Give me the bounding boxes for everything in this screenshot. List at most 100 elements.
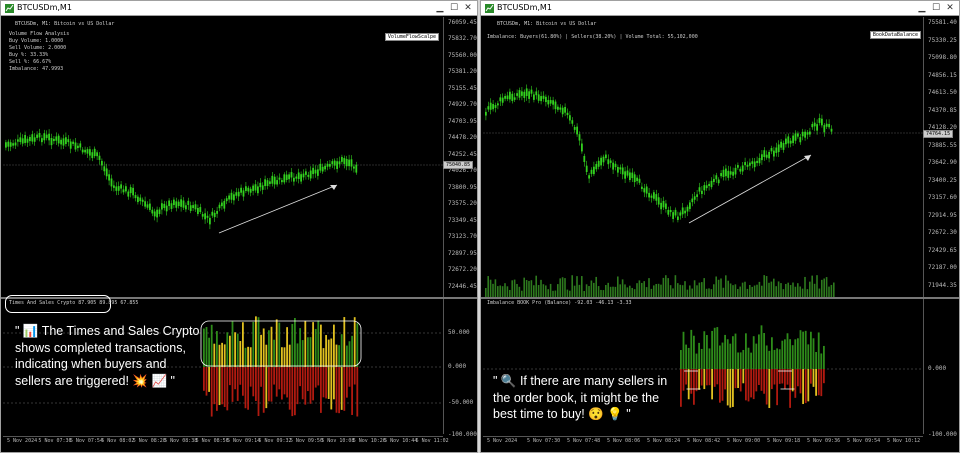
sell-bar bbox=[755, 369, 758, 392]
sell-bar bbox=[698, 369, 700, 390]
buy-bar bbox=[763, 332, 765, 369]
time-scale-label: 5 Nov 11:02 bbox=[415, 438, 449, 444]
volume-bar bbox=[645, 287, 648, 297]
buy-bar bbox=[299, 328, 301, 367]
price-scale-label: 74370.85 bbox=[928, 106, 957, 114]
maximize-button[interactable]: ☐ bbox=[929, 1, 943, 15]
volume-bar bbox=[621, 279, 624, 297]
buy-bar bbox=[823, 345, 825, 369]
sell-bar bbox=[682, 369, 685, 391]
buy-bar bbox=[706, 335, 708, 369]
right-chart-window[interactable]: BTCUSDm,M1 ▁ ☐ ✕ BTCUSDm, M1: Bitcoin vs… bbox=[480, 0, 960, 453]
close-button[interactable]: ✕ bbox=[461, 1, 475, 15]
volume-bar bbox=[674, 275, 677, 297]
minimize-button[interactable]: ▁ bbox=[433, 1, 447, 15]
price-scale-label: 75381.20 bbox=[448, 68, 477, 76]
sell-bar bbox=[242, 367, 244, 396]
buy-bar bbox=[239, 341, 242, 367]
sell-bar bbox=[820, 369, 823, 397]
buy-bar bbox=[301, 340, 304, 367]
right-price-axis[interactable]: 75581.40 75330.25 75098.80 74856.15 74613.50… bbox=[923, 17, 960, 297]
sell-bar bbox=[737, 369, 739, 389]
volume-bar bbox=[734, 284, 737, 297]
left-price-axis[interactable]: 76059.45 75832.70 75560.00 75381.20 75155.45… bbox=[443, 17, 478, 297]
price-scale-label: 73123.70 bbox=[448, 233, 477, 241]
sell-bar bbox=[765, 369, 768, 405]
buy-bar bbox=[288, 344, 291, 367]
volume-bar bbox=[809, 281, 811, 297]
candle-series bbox=[5, 128, 358, 230]
volume-bar bbox=[547, 289, 549, 297]
sell-bar bbox=[291, 367, 294, 417]
sell-bar bbox=[745, 369, 747, 401]
volume-bar bbox=[497, 286, 499, 297]
left-time-axis[interactable]: 5 Nov 2024 5 Nov 07:36 5 Nov 07:54 5 Nov 08… bbox=[3, 436, 449, 447]
buy-bar bbox=[325, 335, 327, 367]
sell-bar bbox=[776, 369, 778, 406]
price-scale-label: 73885.55 bbox=[928, 141, 957, 149]
minimize-button[interactable]: ▁ bbox=[915, 1, 929, 15]
volume-bar bbox=[698, 282, 701, 297]
sub-scale-label: 50.000 bbox=[448, 329, 470, 336]
price-scale-label: 75560.00 bbox=[448, 51, 477, 59]
volume-bar bbox=[833, 282, 835, 297]
left-chart-window[interactable]: BTCUSDm,M1 ▁ ☐ ✕ BTCUSDm, M1: Bitcoin vs… bbox=[0, 0, 478, 453]
sell-bar bbox=[351, 367, 353, 415]
sell-bar bbox=[734, 369, 737, 389]
buy-bar bbox=[693, 335, 695, 369]
volume-bar bbox=[801, 288, 804, 297]
volume-bar bbox=[509, 289, 511, 297]
price-scale-label: 73575.20 bbox=[448, 200, 477, 208]
price-scale-label: 75098.80 bbox=[928, 54, 957, 61]
buy-bar bbox=[216, 331, 218, 367]
sell-bar bbox=[768, 369, 771, 409]
volume-bar bbox=[559, 278, 561, 297]
right-title-bar[interactable]: BTCUSDm,M1 ▁ ☐ ✕ bbox=[481, 1, 959, 16]
buy-bar bbox=[812, 338, 815, 369]
sell-bar bbox=[700, 369, 703, 386]
buy-bar bbox=[804, 330, 807, 369]
volume-bar bbox=[566, 289, 569, 297]
buy-bar bbox=[802, 331, 804, 369]
buy-bar bbox=[252, 321, 255, 367]
sell-bar bbox=[203, 367, 205, 391]
buy-bar bbox=[734, 333, 737, 369]
left-sub-axis[interactable]: 50.000 0.000 -50.000 -100.000 bbox=[443, 299, 478, 438]
volume-bar bbox=[696, 285, 698, 297]
buy-bar bbox=[820, 353, 823, 369]
sell-bar bbox=[299, 367, 301, 387]
volume-bar bbox=[535, 275, 537, 297]
time-scale-label: 5 Nov 2024 bbox=[7, 438, 38, 444]
volume-bar bbox=[708, 288, 710, 297]
buy-bar bbox=[208, 337, 210, 367]
volume-bar bbox=[732, 285, 734, 297]
sell-bar bbox=[763, 369, 765, 394]
sell-bar bbox=[231, 367, 234, 402]
sell-bar bbox=[346, 367, 348, 398]
volume-bar bbox=[672, 288, 674, 297]
time-scale-label: 5 Nov 08:42 bbox=[687, 438, 721, 444]
right-sub-axis[interactable]: 0.000 -100.000 bbox=[923, 299, 960, 438]
buy-bar bbox=[229, 335, 231, 367]
sell-bar bbox=[312, 367, 314, 401]
volume-bar bbox=[746, 288, 749, 297]
maximize-button[interactable]: ☐ bbox=[447, 1, 461, 15]
time-scale-label: 5 Nov 07:36 bbox=[38, 438, 72, 444]
buy-bar bbox=[750, 352, 752, 369]
sell-bar bbox=[804, 369, 807, 404]
price-scale-label: 75832.70 bbox=[448, 35, 477, 43]
volume-bar bbox=[797, 283, 799, 297]
left-title-bar[interactable]: BTCUSDm,M1 ▁ ☐ ✕ bbox=[1, 1, 477, 16]
sell-bar bbox=[239, 367, 242, 385]
right-time-axis[interactable]: 5 Nov 2024 5 Nov 07:30 5 Nov 07:48 5 Nov 08… bbox=[483, 436, 923, 447]
buy-bar bbox=[737, 352, 739, 369]
sell-bar bbox=[703, 369, 706, 390]
buy-bar bbox=[356, 323, 359, 367]
volume-bar bbox=[693, 280, 696, 297]
buy-bar bbox=[346, 345, 348, 367]
volume-bar bbox=[595, 276, 597, 297]
volume-bar bbox=[494, 279, 497, 297]
close-button[interactable]: ✕ bbox=[943, 1, 957, 15]
buy-bar bbox=[270, 326, 273, 367]
buy-bar bbox=[333, 324, 335, 367]
